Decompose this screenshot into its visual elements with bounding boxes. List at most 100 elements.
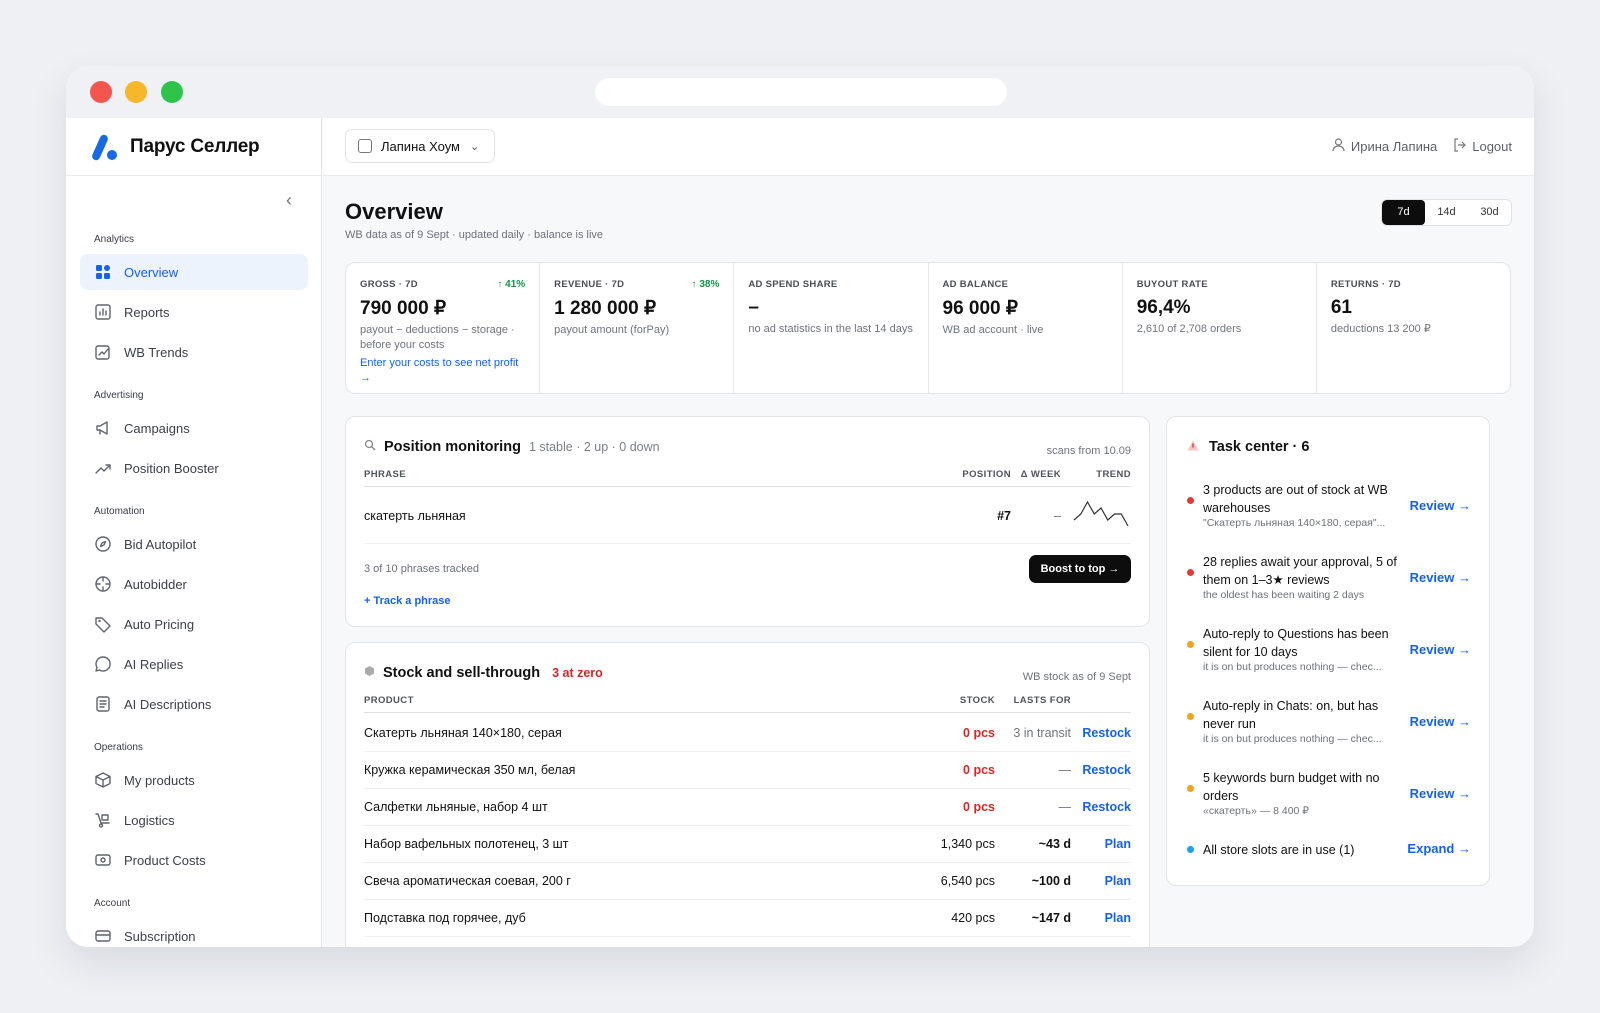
review-link[interactable]: Review →: [1410, 498, 1471, 513]
sidebar-item-wb-trends[interactable]: WB Trends: [80, 334, 308, 370]
expand-link[interactable]: Expand →: [1407, 841, 1471, 856]
stock-cell: 0 pcs: [963, 726, 995, 740]
sidebar-item-subscription[interactable]: Subscription: [80, 918, 308, 947]
scans-date: scans from 10.09: [1046, 445, 1131, 457]
table-row[interactable]: скатерть льняная #7 –: [364, 489, 1131, 544]
review-link[interactable]: Review →: [1410, 642, 1471, 657]
status-dot: [1187, 785, 1194, 792]
track-phrase-link[interactable]: + Track a phrase: [364, 595, 451, 607]
stock-cell: 1,340 pcs: [940, 837, 995, 851]
lasts-for-cell: ~43 d: [1038, 837, 1071, 851]
task-center-title: Task center · 6: [1209, 439, 1310, 455]
column-position: POSITION: [962, 469, 1011, 480]
stock-cell: 420 pcs: [951, 911, 995, 925]
kpi-card: BUYOUT RATE 96,4% 2,610 of 2,708 orders: [1123, 263, 1317, 393]
review-link[interactable]: Review →: [1410, 570, 1471, 585]
range-option-14d[interactable]: 14d: [1425, 200, 1468, 225]
range-option-7d[interactable]: 7d: [1382, 200, 1425, 225]
lasts-for-cell: —: [1058, 763, 1072, 777]
task-subtitle: the oldest has been waiting 2 days: [1203, 589, 1365, 601]
store-name: Лапина Хоум: [381, 138, 460, 154]
review-link[interactable]: Review →: [1410, 786, 1471, 801]
task-title: 5 keywords burn budget with no orders: [1203, 771, 1380, 803]
sidebar-item-my-products[interactable]: My products: [80, 762, 308, 798]
nav-group-label: Automation: [94, 506, 145, 517]
enter-costs-link[interactable]: Enter your costs to see net profit →: [360, 356, 525, 385]
sidebar-item-label: Subscription: [124, 928, 196, 944]
range-option-30d[interactable]: 30d: [1468, 200, 1511, 225]
stock-cell: 0 pcs: [963, 763, 995, 777]
address-bar[interactable]: [595, 78, 1007, 106]
cash-icon: [94, 851, 112, 869]
logout-icon: [1453, 138, 1467, 155]
lasts-for-cell: ~100 d: [1031, 874, 1071, 888]
table-row[interactable]: Скатерть льняная 140×180, серая 0 pcs 3 in…: [364, 715, 1131, 752]
sidebar-item-overview[interactable]: Overview: [80, 254, 308, 290]
plan-link[interactable]: Plan: [1105, 837, 1131, 851]
minimize-window-button[interactable]: [125, 81, 147, 103]
close-window-button[interactable]: [90, 81, 112, 103]
plan-link[interactable]: Plan: [1105, 874, 1131, 888]
status-dot: [1187, 641, 1194, 648]
kpi-label: RETURNS · 7D: [1330, 279, 1401, 290]
review-link[interactable]: Review →: [1410, 714, 1471, 729]
sidebar-item-auto-pricing[interactable]: Auto Pricing: [80, 606, 308, 642]
task-title: All store slots are in use (1): [1203, 843, 1355, 857]
sidebar-item-product-costs[interactable]: Product Costs: [80, 842, 308, 878]
sidebar-item-ai-replies[interactable]: AI Replies: [80, 646, 308, 682]
table-row[interactable]: Набор вафельных полотенец, 3 шт 1,340 pcs…: [364, 826, 1131, 863]
table-row[interactable]: Свеча ароматическая соевая, 200 г 6,540 p…: [364, 863, 1131, 900]
sidebar-item-label: WB Trends: [124, 344, 189, 360]
status-dot: [1187, 846, 1194, 853]
box-icon: [94, 771, 112, 789]
sidebar-item-reports[interactable]: Reports: [80, 294, 308, 330]
restock-link[interactable]: Restock: [1082, 763, 1131, 777]
nav-group-label: Advertising: [94, 390, 144, 401]
magnifier-icon: [364, 438, 376, 456]
zero-stock-badge: 3 at zero: [552, 666, 603, 680]
sidebar-item-campaigns[interactable]: Campaigns: [80, 410, 308, 446]
sidebar-item-logistics[interactable]: Logistics: [80, 802, 308, 838]
table-row[interactable]: Кружка керамическая 350 мл, белая 0 pcs — R…: [364, 752, 1131, 789]
sidebar-item-ai-descriptions[interactable]: AI Descriptions: [80, 686, 308, 722]
sidebar-item-bid-autopilot[interactable]: Bid Autopilot: [80, 526, 308, 562]
box-icon: [364, 664, 375, 682]
browser-window: Парус Селлер ‹ Analytics Overview Reports W…: [66, 66, 1534, 947]
column-delta-week: Δ WEEK: [1020, 469, 1061, 480]
table-row[interactable]: Салфетки льняные, набор 4 шт 0 pcs — Restoc…: [364, 789, 1131, 826]
stock-cell: 0 pcs: [963, 800, 995, 814]
nav-group-label: Account: [94, 898, 131, 909]
trending-up-icon: [94, 459, 112, 477]
document-icon: [94, 695, 112, 713]
kpi-card: REVENUE · 7D ↑ 38% 1 280 000 ₽ payout amoun…: [540, 263, 735, 393]
status-dot: [1187, 713, 1194, 720]
restock-link[interactable]: Restock: [1082, 800, 1131, 814]
sidebar-item-autobidder[interactable]: Autobidder: [80, 566, 308, 602]
brand[interactable]: Парус Селлер: [66, 118, 321, 176]
logout-button[interactable]: Logout: [1472, 139, 1512, 154]
kpi-card: RETURNS · 7D 61 deductions 13 200 ₽: [1317, 263, 1510, 393]
collapse-sidebar-icon[interactable]: ‹: [280, 190, 298, 210]
grid-icon: [94, 263, 112, 281]
maximize-window-button[interactable]: [161, 81, 183, 103]
trend-card-icon: [94, 343, 112, 361]
plan-link[interactable]: Plan: [1105, 911, 1131, 925]
user-area: Ирина Лапина Logout: [1332, 138, 1512, 155]
table-row[interactable]: Подставка под горячее, дуб 420 pcs ~147 d P…: [364, 900, 1131, 937]
kpi-label: AD SPEND SHARE: [748, 279, 838, 290]
sidebar-item-label: Logistics: [124, 812, 175, 828]
boost-to-top-button[interactable]: Boost to top →: [1029, 555, 1131, 583]
sidebar-item-position-booster[interactable]: Position Booster: [80, 450, 308, 486]
position-cell: #7: [997, 509, 1011, 523]
store-selector[interactable]: Лапина Хоум ⌄: [345, 129, 495, 163]
task-subtitle: it is on but produces nothing — chec...: [1203, 661, 1382, 673]
tag-icon: [94, 615, 112, 633]
user-name[interactable]: Ирина Лапина: [1351, 139, 1437, 154]
restock-link[interactable]: Restock: [1082, 726, 1131, 740]
page-subtitle: WB data as of 9 Sept · updated daily · b…: [345, 229, 604, 241]
product-name: Набор вафельных полотенец, 3 шт: [364, 837, 569, 851]
kpi-note: no ad statistics in the last 14 days: [748, 323, 913, 335]
product-name: Скатерть льняная 140×180, серая: [364, 726, 562, 740]
stock-table-header: PRODUCT STOCK LASTS FOR: [364, 695, 1131, 713]
compass-icon: [94, 535, 112, 553]
